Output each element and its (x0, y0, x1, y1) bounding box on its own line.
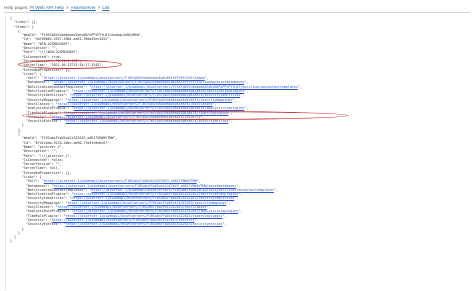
breadcrumb-assetserver[interactable]: AssetServer (71, 5, 96, 10)
help-pages-label: Help pages: (4, 5, 29, 10)
highlight-oval-path (18, 59, 122, 69)
json-text: ", (222, 222, 227, 227)
json-text: ", (232, 97, 237, 102)
json-text: ", (244, 89, 249, 94)
breadcrumb-separator: > (65, 5, 69, 10)
json-text: ", (238, 209, 243, 214)
json-text: ", (274, 187, 278, 192)
json-code-block: { "Links": {}, "Items": [ { "WebId": "F1… (10, 16, 302, 244)
breadcrumb-piwebapi-help[interactable]: PI Web API Help (30, 5, 64, 10)
json-text: ", (222, 213, 227, 218)
header-divider (4, 12, 470, 13)
json-text: } (10, 239, 12, 244)
json-response-panel: { "Links": {}, "Items": [ { "WebId": "F1… (5, 16, 471, 290)
json-text: ", (234, 196, 239, 201)
json-text: ", (228, 119, 233, 124)
json-text: ", (244, 106, 249, 111)
json-link[interactable]: https://piserver.1/piwebapi/assetservers… (66, 119, 229, 123)
breadcrumb-list[interactable]: List (102, 5, 109, 10)
json-line: } (10, 239, 302, 243)
highlight-oval-databases (22, 110, 348, 120)
json-text: ", (226, 200, 231, 205)
json-text: ", (297, 84, 302, 89)
json-link[interactable]: https://piserver.1/piwebapi/assetservers… (66, 222, 223, 226)
json-text: ", (240, 93, 245, 98)
json-text: ", (238, 192, 243, 197)
